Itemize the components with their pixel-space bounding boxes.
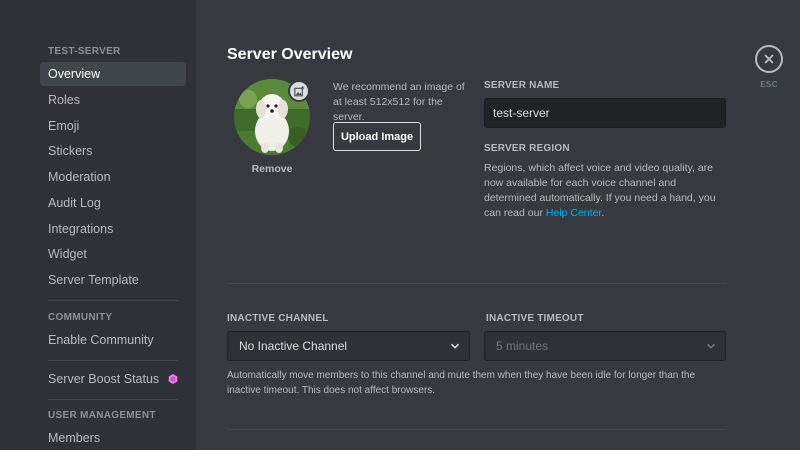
close-icon [764, 54, 774, 64]
inactive-channel-value: No Inactive Channel [239, 339, 348, 353]
settings-content: Server Overview Remove We recommend an i [196, 0, 800, 450]
sidebar-divider [48, 360, 178, 361]
chevron-down-icon [706, 343, 716, 349]
sidebar-item-label: Server Boost Status [48, 372, 160, 386]
close-button[interactable] [755, 45, 783, 73]
server-name-label: SERVER NAME [484, 80, 560, 91]
sidebar-divider [48, 399, 178, 400]
chevron-down-icon [450, 343, 460, 349]
sidebar-item-members[interactable]: Members [40, 426, 186, 450]
sidebar-item-integrations[interactable]: Integrations [40, 217, 186, 241]
server-name-input[interactable] [484, 98, 726, 128]
sidebar-header-server: TEST-SERVER [48, 46, 121, 57]
inactive-channel-select[interactable]: No Inactive Channel [227, 331, 470, 361]
inactive-timeout-select[interactable]: 5 minutes [484, 331, 726, 361]
image-upload-icon[interactable] [288, 80, 310, 102]
image-upload-glyph [293, 85, 304, 96]
inactive-timeout-value: 5 minutes [496, 339, 549, 353]
section-divider [227, 429, 726, 430]
sidebar-header-user-management: USER MANAGEMENT [48, 410, 156, 421]
section-divider [227, 283, 726, 284]
sidebar-item-overview[interactable]: Overview [40, 62, 186, 86]
sidebar-header-community: COMMUNITY [48, 312, 113, 323]
server-region-label: SERVER REGION [484, 143, 570, 154]
image-recommendation-text: We recommend an image of at least 512x51… [333, 81, 465, 123]
sidebar-item-audit-log[interactable]: Audit Log [40, 191, 186, 215]
sidebar-item-server-template[interactable]: Server Template [40, 268, 186, 292]
inactive-help-text: Automatically move members to this chann… [227, 370, 696, 396]
sidebar-item-roles[interactable]: Roles [40, 88, 186, 112]
page-title: Server Overview [227, 46, 353, 63]
help-center-link[interactable]: Help Center [546, 207, 601, 219]
sidebar-item-emoji[interactable]: Emoji [40, 114, 186, 138]
remove-icon-link[interactable]: Remove [234, 163, 310, 175]
sidebar-item-enable-community[interactable]: Enable Community [40, 328, 186, 352]
settings-sidebar: TEST-SERVER Overview Roles Emoji Sticker… [0, 0, 196, 450]
upload-image-button[interactable]: Upload Image [333, 122, 421, 151]
sidebar-item-moderation[interactable]: Moderation [40, 165, 186, 189]
server-region-description: Regions, which affect voice and video qu… [484, 161, 729, 221]
region-text-end: . [601, 207, 605, 219]
esc-label: ESC [760, 79, 778, 89]
sidebar-divider [48, 300, 178, 301]
boost-gem-icon [168, 374, 178, 384]
sidebar-item-server-boost-status[interactable]: Server Boost Status [40, 367, 186, 391]
inactive-channel-label: INACTIVE CHANNEL [227, 313, 329, 324]
sidebar-item-widget[interactable]: Widget [40, 242, 186, 266]
sidebar-item-stickers[interactable]: Stickers [40, 139, 186, 163]
inactive-timeout-label: INACTIVE TIMEOUT [486, 313, 584, 324]
